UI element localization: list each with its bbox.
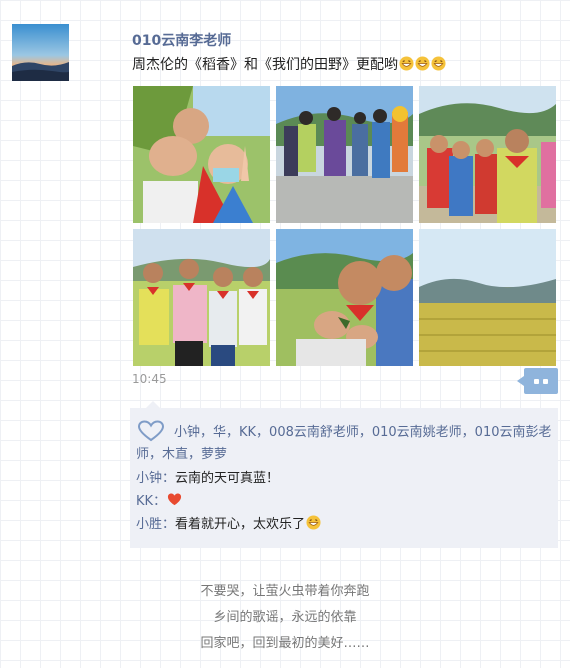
- author-name[interactable]: 010云南李老师: [132, 30, 231, 50]
- likes-row: 小钟，华，KK，008云南舒老师，010云南姚老师，010云南彭老师，木直，萝萝: [136, 420, 552, 466]
- comment-separator: ：: [162, 471, 176, 486]
- comment-author[interactable]: KK: [136, 494, 153, 509]
- photo-4[interactable]: [133, 229, 270, 366]
- photo-1[interactable]: [133, 86, 270, 223]
- comment-text: 看着就开心，太欢乐了: [175, 517, 306, 532]
- comment-separator: ：: [153, 494, 167, 509]
- grinning-face-icon: [306, 515, 321, 530]
- photo-6[interactable]: [419, 229, 556, 366]
- comment-author[interactable]: 小胜: [136, 517, 162, 532]
- comment-item[interactable]: 小钟：云南的天可真蓝！: [136, 467, 279, 486]
- comment-item[interactable]: 小胜：看着就开心，太欢乐了: [136, 513, 321, 532]
- comment-separator: ：: [162, 517, 176, 532]
- avatar[interactable]: [12, 24, 69, 81]
- grinning-face-icon: [399, 56, 414, 71]
- lyric-line: 回家吧，回到最初的美好……: [200, 636, 370, 651]
- photo-3[interactable]: [419, 86, 556, 223]
- photo-5[interactable]: [276, 229, 413, 366]
- comment-text: 云南的天可真蓝！: [175, 471, 280, 486]
- post-text-content: 周杰伦的《稻香》和《我们的田野》更配哟: [132, 57, 398, 73]
- more-dots-icon: [534, 379, 539, 384]
- red-heart-icon: [168, 493, 182, 506]
- more-actions-button[interactable]: [517, 368, 558, 394]
- comment-box: 小钟，华，KK，008云南舒老师，010云南姚老师，010云南彭老师，木直，萝萝…: [130, 401, 558, 548]
- lyric-line: 乡间的歌谣，永远的依靠: [213, 610, 357, 625]
- comment-author[interactable]: 小钟: [136, 471, 162, 486]
- heart-outline-icon: [137, 420, 165, 442]
- like-names[interactable]: 小钟，华，KK，008云南舒老师，010云南姚老师，010云南彭老师，木直，萝萝: [136, 425, 552, 462]
- post-text: 周杰伦的《稻香》和《我们的田野》更配哟: [132, 54, 446, 74]
- grinning-face-icon: [415, 56, 430, 71]
- more-dots-icon: [543, 379, 548, 384]
- lyric-line: 不要哭，让萤火虫带着你奔跑: [200, 584, 370, 599]
- comment-item[interactable]: KK：: [136, 490, 182, 509]
- photo-2[interactable]: [276, 86, 413, 223]
- grinning-face-icon: [431, 56, 446, 71]
- post-time: 10:45: [132, 372, 167, 386]
